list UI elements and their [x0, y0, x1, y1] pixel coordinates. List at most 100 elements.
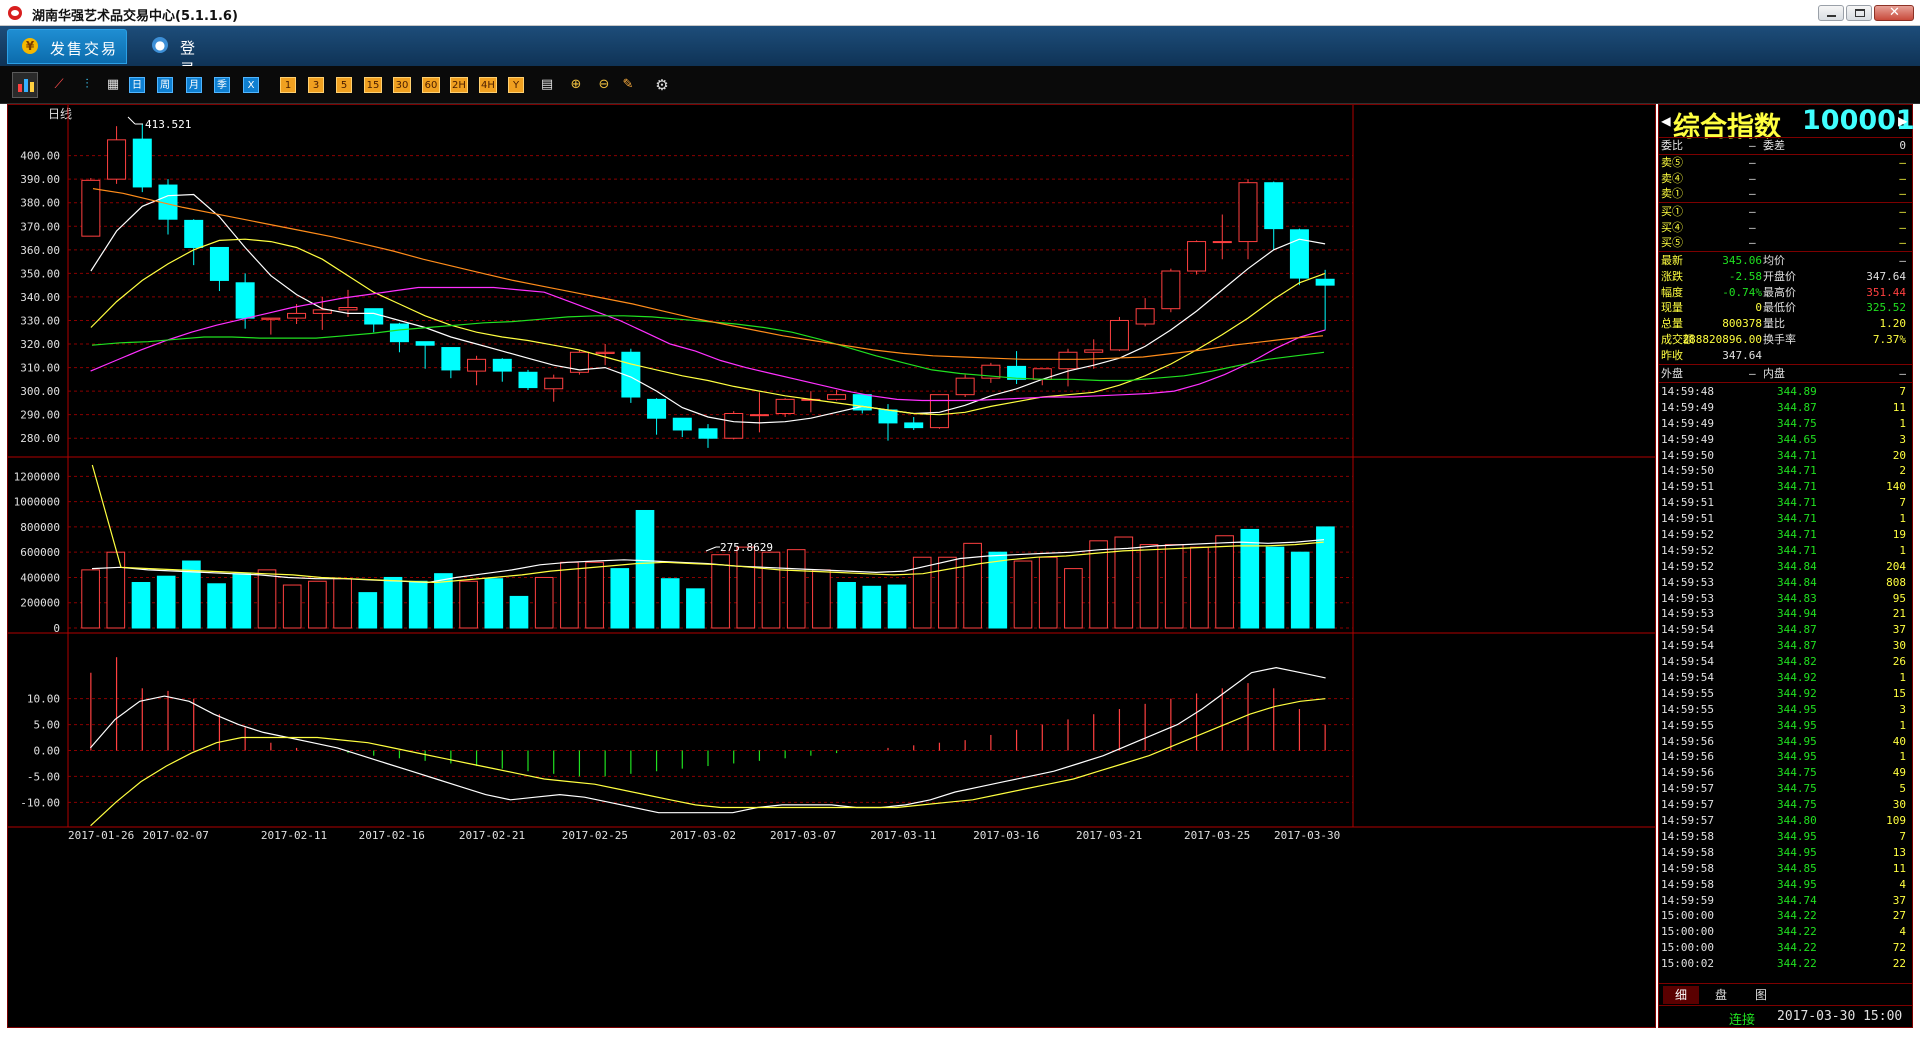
buy-order-row: 买④ — — — [1659, 220, 1912, 236]
candle-body — [518, 371, 538, 389]
volume-bar — [81, 569, 100, 629]
tick-row: 14:59:51 344.71 140 — [1659, 479, 1912, 495]
tick-price: 344.87 — [1777, 639, 1817, 653]
minimize-button[interactable] — [1818, 5, 1844, 21]
tick-time: 14:59:54 — [1661, 623, 1714, 637]
tick-price: 344.87 — [1777, 623, 1817, 637]
stat-label: 最新 — [1661, 254, 1683, 267]
zoom-in-icon[interactable]: ⊕ — [565, 77, 587, 93]
tick-time: 15:00:00 — [1661, 925, 1714, 939]
tick-row: 14:59:53 344.84 808 — [1659, 575, 1912, 591]
next-arrow-icon[interactable]: ▶ — [1898, 111, 1908, 130]
tick-volume: 4 — [1899, 877, 1906, 891]
volume-axis-label: 0 — [53, 622, 60, 635]
tick-price: 344.89 — [1777, 385, 1817, 398]
stat-label: 现量 — [1661, 301, 1683, 315]
tick-price: 344.95 — [1777, 877, 1817, 891]
stat-value: 345.06 — [1722, 254, 1762, 267]
date-axis-label: 2017-02-07 — [143, 829, 209, 842]
kline-chart-button[interactable] — [12, 72, 38, 98]
minute-5-button[interactable]: 5 — [336, 77, 352, 93]
inner-label: 内盘 — [1763, 367, 1785, 380]
tick-row: 14:59:52 344.84 204 — [1659, 559, 1912, 575]
zoom-out-icon[interactable]: ⊖ — [593, 77, 615, 93]
candle-body — [209, 246, 229, 281]
tick-row: 14:59:52 344.71 19 — [1659, 527, 1912, 543]
tab-order-book[interactable]: 盘 — [1703, 986, 1739, 1004]
tick-volume: 21 — [1892, 607, 1906, 621]
close-button[interactable]: ✕ — [1874, 5, 1914, 21]
tick-volume: 40 — [1892, 734, 1906, 748]
candle-body — [1187, 241, 1207, 272]
tick-volume: 30 — [1892, 798, 1906, 812]
quote-header: ◀ 综合指数 100001 ▶ — [1659, 105, 1915, 143]
volume-bar — [1290, 551, 1310, 629]
tick-volume: 2 — [1899, 464, 1906, 478]
tick-row: 14:59:55 344.95 3 — [1659, 702, 1912, 718]
minute-30-button[interactable]: 30 — [393, 77, 411, 93]
volume-bar — [1190, 546, 1209, 629]
minute-3-button[interactable]: 3 — [308, 77, 324, 93]
period-month-button[interactable]: 月 — [186, 77, 202, 93]
tick-price: 344.94 — [1777, 607, 1817, 621]
period-week-button[interactable]: 周 — [157, 77, 173, 93]
maximize-button[interactable] — [1846, 5, 1872, 21]
sell-volume: — — [1899, 187, 1906, 200]
stat-label: 均价 — [1763, 254, 1785, 267]
line-chart-button[interactable]: ⟋ — [48, 77, 70, 93]
tab-sale-trading[interactable]: ¥ 发售交易 — [7, 29, 127, 64]
buy-volume: — — [1899, 205, 1906, 218]
calendar-icon[interactable]: ▦ — [102, 77, 124, 93]
pen-icon[interactable]: ✎ — [617, 77, 639, 93]
kline-chart-area[interactable]: 日线 400.00 390.00 380.00 370.00 360.00 350.00 3… — [7, 104, 1656, 1028]
stat-label: 换手率 — [1763, 333, 1796, 346]
macd-axis-label: -5.00 — [27, 770, 60, 783]
candle-body — [827, 394, 847, 400]
volume-bar — [484, 578, 504, 629]
year-button[interactable]: Y — [508, 77, 524, 93]
minute-60-button[interactable]: 60 — [422, 77, 440, 93]
tab-detail[interactable]: 细 — [1663, 986, 1699, 1004]
candle-body — [878, 409, 898, 424]
price-axis-label: 380.00 — [20, 197, 60, 210]
period-quarter-button[interactable]: 季 — [214, 77, 230, 93]
max-price-marker: 413.521 — [145, 118, 191, 131]
candle-body — [1289, 229, 1309, 279]
tick-price: 344.71 — [1777, 496, 1817, 510]
stat-value: 288820896.00 — [1682, 333, 1762, 346]
trade-tick-list[interactable]: 14:59:48 344.89 7 14:59:49 344.87 11 14:59:49 3… — [1659, 384, 1912, 984]
tick-volume: 49 — [1892, 766, 1906, 780]
volume-bar — [786, 549, 806, 629]
volume-bar — [761, 551, 781, 629]
sell-order-row: 卖⑤ — — — [1659, 155, 1912, 171]
outer-inner-row: 外盘 — 内盘 — — [1659, 366, 1912, 382]
date-axis-label: 2017-03-02 — [670, 829, 736, 842]
tick-price: 344.22 — [1777, 941, 1817, 955]
volume-bar — [560, 561, 579, 629]
quote-stat-row: 现量 0 最低价 325.52 — [1659, 300, 1912, 316]
minute-15-button[interactable]: 15 — [364, 77, 382, 93]
period-day-button[interactable]: 日 — [129, 77, 145, 93]
tick-row: 14:59:57 344.75 5 — [1659, 781, 1912, 797]
buy-price: — — [1749, 220, 1756, 234]
outer-value: — — [1749, 367, 1756, 380]
hour-4-button[interactable]: 4H — [479, 77, 497, 93]
settings-gear-icon[interactable]: ⚙ — [651, 77, 673, 93]
weicha-label: 委差 — [1763, 139, 1785, 152]
minute-1-button[interactable]: 1 — [280, 77, 296, 93]
period-custom-button[interactable]: X — [243, 77, 259, 93]
prev-arrow-icon[interactable]: ◀ — [1661, 111, 1671, 130]
candle-chart-button[interactable]: ⫶ — [76, 77, 98, 93]
hour-2-button[interactable]: 2H — [450, 77, 468, 93]
tick-volume: 7 — [1899, 829, 1906, 843]
buy-order-row: 买⑤ — — — [1659, 235, 1912, 251]
tick-time: 15:00:00 — [1661, 941, 1714, 955]
stat-value: 351.44 — [1866, 285, 1906, 299]
tick-time: 14:59:57 — [1661, 798, 1714, 812]
tab-chart[interactable]: 图 — [1743, 986, 1779, 1004]
tick-price: 344.83 — [1777, 591, 1817, 605]
stat-value: 347.64 — [1866, 269, 1906, 283]
draw-tools-icon[interactable]: ▤ — [536, 77, 558, 93]
tab-login[interactable]: ● 登录 — [138, 29, 228, 78]
candle-body — [338, 307, 358, 311]
